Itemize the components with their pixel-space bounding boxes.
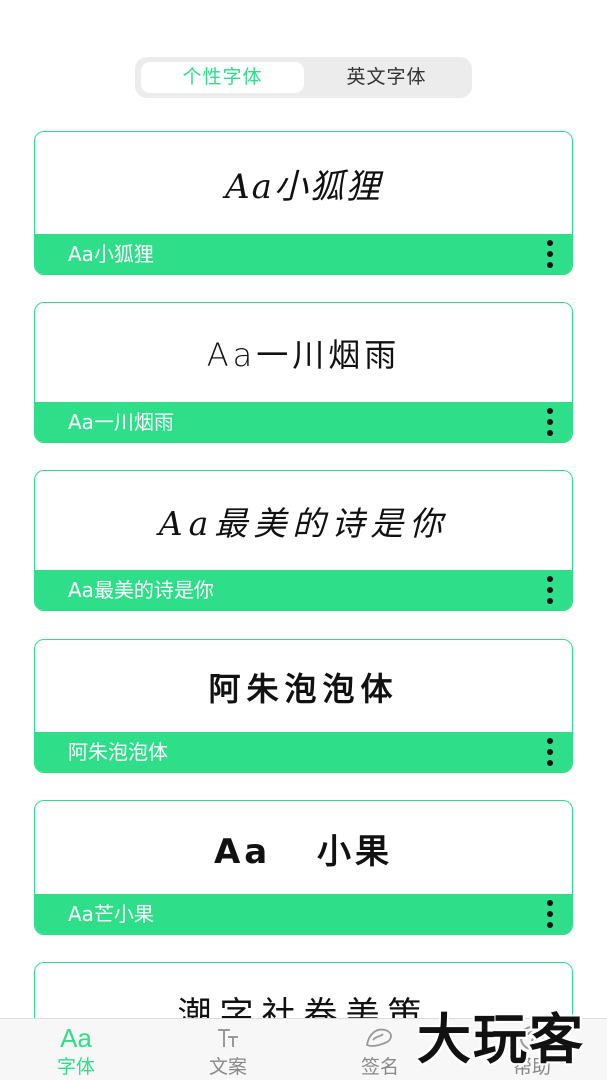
font-name-bar: Aa一川烟雨 — [35, 402, 572, 442]
font-name-bar: Aa最美的诗是你 — [35, 570, 572, 610]
font-name-bar: Aa小狐狸 — [35, 234, 572, 274]
more-options-icon[interactable] — [546, 738, 554, 766]
font-name: 阿朱泡泡体 — [68, 740, 168, 764]
tab-english-fonts[interactable]: 英文字体 — [305, 62, 468, 93]
font-card[interactable]: Aa 小果 Aa芒小果 — [34, 800, 573, 935]
font-card[interactable]: Aa小狐狸 Aa小狐狸 — [34, 131, 573, 275]
tab-fonts[interactable]: Aa 字体 — [0, 1019, 152, 1080]
font-name: Aa一川烟雨 — [68, 410, 174, 434]
font-aa-icon: Aa — [60, 1022, 92, 1053]
font-preview: Aa一川烟雨 — [206, 336, 401, 374]
more-options-icon[interactable] — [546, 576, 554, 604]
watermark-logo: 大玩客 — [417, 1007, 585, 1071]
tab-personal-fonts[interactable]: 个性字体 — [141, 62, 304, 93]
font-card[interactable]: Aa最美的诗是你 Aa最美的诗是你 — [34, 470, 573, 611]
more-options-icon[interactable] — [546, 900, 554, 928]
tab-label: 字体 — [56, 1056, 95, 1078]
font-card[interactable]: Aa一川烟雨 Aa一川烟雨 — [34, 302, 573, 443]
font-name-bar: 阿朱泡泡体 — [35, 732, 572, 772]
more-options-icon[interactable] — [546, 408, 554, 436]
font-card[interactable]: 阿朱泡泡体 阿朱泡泡体 — [34, 639, 573, 773]
font-name: Aa芒小果 — [68, 902, 154, 926]
tab-copywriting[interactable]: 文案 — [152, 1019, 304, 1080]
more-options-icon[interactable] — [546, 240, 554, 268]
font-name-bar: Aa芒小果 — [35, 894, 572, 934]
font-preview: 阿朱泡泡体 — [208, 669, 399, 708]
text-tt-icon — [152, 1023, 304, 1053]
font-preview: Aa小狐狸 — [225, 167, 382, 207]
font-name: Aa小狐狸 — [68, 242, 154, 266]
font-type-segmented-control: 个性字体 英文字体 — [135, 57, 472, 98]
font-preview: Aa最美的诗是你 — [158, 504, 449, 543]
font-name: Aa最美的诗是你 — [68, 578, 214, 602]
font-preview: Aa 小果 — [213, 831, 394, 872]
tab-label: 文案 — [208, 1056, 247, 1078]
